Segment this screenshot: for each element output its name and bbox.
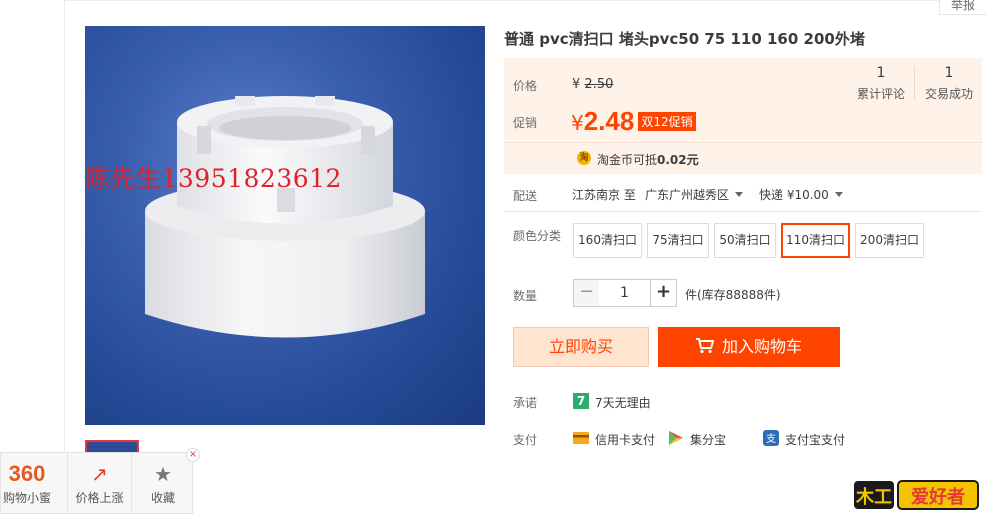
coin-discount-row: 淘 淘金币可抵0.02元 [504,142,982,174]
payment-method-alipay: 支付宝支付 [785,433,846,447]
seven-day-return-icon: 7 [573,393,589,409]
coin-discount-text: 淘金币可抵0.02元 [597,153,699,167]
jifenbao-icon [668,430,684,446]
pvc-cap-illustration [145,96,425,338]
sku-option-50[interactable]: 50清扫口 [714,223,776,258]
quantity-label: 数量 [513,289,538,303]
ship-from: 江苏南京 至 [572,188,636,202]
arrow-up-right-icon: ↗ [91,462,108,486]
stock-text: 件(库存88888件) [685,288,781,302]
favorite-label: 收藏 [150,491,175,505]
woodworker-logo: 木工 爱好者 [852,477,982,511]
brand-label: 购物小蜜 [2,491,51,505]
star-icon: ★ [154,462,172,486]
price-rise-button[interactable]: ↗ 价格上涨 [67,453,131,514]
ship-method-dropdown[interactable]: 快递 ¥10.00 [759,186,843,203]
add-to-cart-button[interactable]: 加入购物车 [658,327,840,367]
credit-card-icon [573,430,589,446]
section-divider [504,211,982,212]
reviews-stat[interactable]: 1 累计评论 [848,65,914,102]
sku-option-200[interactable]: 200清扫口 [855,223,924,258]
promise-text[interactable]: 7天无理由 [595,394,651,411]
favorite-button[interactable]: ★ 收藏 [131,453,194,514]
sku-option-160[interactable]: 160清扫口 [573,223,642,258]
price-rise-label: 价格上涨 [75,491,124,505]
svg-text:木工: 木工 [855,486,892,508]
product-main-image[interactable]: 陈先生13951823612 [85,26,485,425]
ship-to-dropdown[interactable]: 广东广州越秀区 [645,186,744,203]
alipay-icon: 支 [763,430,779,446]
quantity-plus-button[interactable]: + [650,279,677,307]
payment-method-jifenbao: 集分宝 [690,433,727,447]
taojinbi-coin-icon: 淘 [577,151,591,165]
promo-tag: 双12促销 [638,112,696,131]
promise-label: 承诺 [513,396,538,410]
price-box: 价格 ¥ 2.50 促销 ¥2.48 双12促销 1 累计评论 1 交易成功 淘 … [504,58,982,174]
brand-360-logo: 360 [8,461,46,486]
price-label: 价格 [513,79,538,93]
svg-text:支: 支 [766,433,776,445]
report-link[interactable]: 举报 [939,0,986,15]
cart-icon [695,329,715,369]
chevron-down-icon [834,192,843,197]
payment-method-credit: 信用卡支付 [595,433,656,447]
promo-price: ¥2.48 双12促销 [571,106,696,137]
shipping-label: 配送 [513,189,538,203]
sku-option-75[interactable]: 75清扫口 [647,223,709,258]
assistant-brand[interactable]: 360 购物小蜜 [0,453,67,514]
phone-watermark: 陈先生13951823612 [85,164,342,193]
promo-label: 促销 [513,116,538,130]
chevron-down-icon [735,192,744,197]
svg-text:爱好者: 爱好者 [911,486,965,508]
floating-shopping-assistant: 360 购物小蜜 ↗ 价格上涨 ★ 收藏 [0,452,193,514]
stat-divider [914,66,915,100]
sku-option-110-selected[interactable]: 110清扫口 [781,223,850,258]
original-price: ¥ 2.50 [572,77,614,92]
quantity-minus-button[interactable]: − [573,279,600,307]
close-icon[interactable]: × [186,448,200,462]
payment-label: 支付 [513,433,538,447]
sku-label: 颜色分类 [513,229,562,243]
quantity-input[interactable]: 1 [599,279,650,307]
product-title: 普通 pvc清扫口 堵头pvc50 75 110 160 200外堵 [504,30,865,48]
buy-now-button[interactable]: 立即购买 [513,327,649,367]
deals-stat[interactable]: 1 交易成功 [916,65,982,102]
